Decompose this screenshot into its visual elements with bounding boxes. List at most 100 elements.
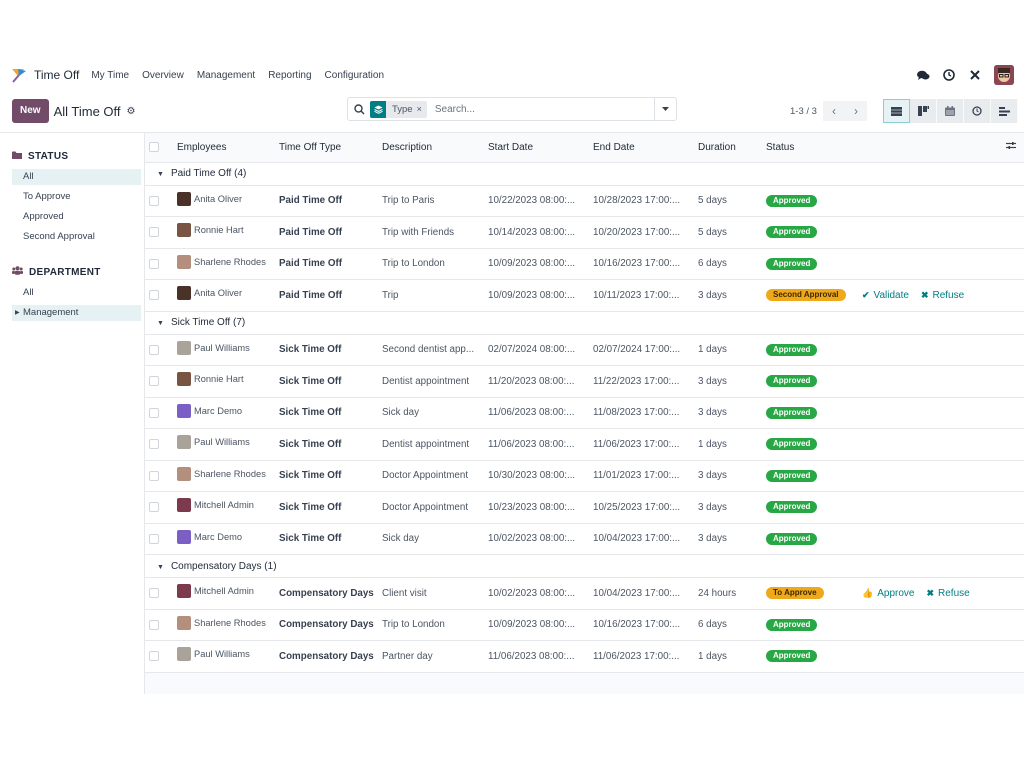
description-cell: Trip to London <box>378 609 484 641</box>
table-row[interactable]: Paul Williams Sick Time Off Second dentist… <box>145 334 1024 366</box>
employee-avatar <box>177 223 191 238</box>
table-body: ▼ Paid Time Off (4) Anita Oliver Paid Time … <box>145 162 1024 673</box>
column-employees[interactable]: Employees <box>173 133 275 163</box>
kanban-view-button[interactable] <box>910 99 937 123</box>
status-filter-all[interactable]: All <box>12 169 141 185</box>
start-date-cell: 10/09/2023 08:00:... <box>484 609 589 641</box>
pager: 1-3 / 3 ‹ › <box>790 101 867 121</box>
approve-button[interactable]: 👍 Approve <box>862 588 914 599</box>
row-checkbox[interactable] <box>149 439 159 450</box>
table-row[interactable]: Marc Demo Sick Time Off Sick day 11/06/2023… <box>145 397 1024 429</box>
group-label[interactable]: Paid Time Off (4) <box>171 168 246 179</box>
row-checkbox[interactable] <box>149 533 159 544</box>
status-section-title: STATUS <box>28 150 69 162</box>
group-row[interactable]: ▼ Sick Time Off (7) <box>145 311 1024 335</box>
new-button[interactable]: New <box>12 99 49 123</box>
status-filter-to-approve[interactable]: To Approve <box>12 189 141 205</box>
employee-avatar <box>177 647 191 662</box>
column-start-date[interactable]: Start Date <box>484 133 589 163</box>
column-status[interactable]: Status <box>762 133 858 163</box>
end-date-cell: 10/16/2023 17:00:... <box>589 248 694 280</box>
table-row[interactable]: Sharlene Rhodes Sick Time Off Doctor Appoi… <box>145 460 1024 492</box>
calendar-view-button[interactable] <box>937 99 964 123</box>
end-date-cell: 10/28/2023 17:00:... <box>589 185 694 217</box>
column-time-off-type[interactable]: Time Off Type <box>275 133 378 163</box>
list-view-button[interactable] <box>883 99 910 123</box>
row-checkbox[interactable] <box>149 588 159 599</box>
table-row[interactable]: Mitchell Admin Compensatory Days Client vi… <box>145 577 1024 610</box>
caret-down-icon[interactable]: ▼ <box>157 564 164 571</box>
select-all-checkbox[interactable] <box>149 142 159 153</box>
table-row[interactable]: Paul Williams Compensatory Days Partner da… <box>145 640 1024 673</box>
menu-management[interactable]: Management <box>197 70 255 81</box>
remove-facet-icon[interactable]: × <box>417 104 427 114</box>
debug-tools-icon[interactable] <box>968 68 982 82</box>
actions-cell: ✔ Validate ✖ Refuse <box>858 279 996 312</box>
status-filter-second-approval[interactable]: Second Approval <box>12 229 141 245</box>
chat-icon[interactable] <box>916 68 930 82</box>
group-label[interactable]: Sick Time Off (7) <box>171 317 245 328</box>
group-row[interactable]: ▼ Paid Time Off (4) <box>145 162 1024 186</box>
group-row[interactable]: ▼ Compensatory Days (1) <box>145 554 1024 578</box>
actions-cell <box>858 460 996 492</box>
gantt-view-button[interactable] <box>991 99 1018 123</box>
pager-value[interactable]: 1-3 / 3 <box>790 106 817 117</box>
row-checkbox[interactable] <box>149 502 159 513</box>
row-checkbox[interactable] <box>149 195 159 206</box>
pager-previous-button[interactable]: ‹ <box>822 101 845 121</box>
end-date-cell: 11/01/2023 17:00:... <box>589 460 694 492</box>
description-cell: Trip <box>378 279 484 312</box>
employee-cell: Paul Williams <box>177 647 271 662</box>
department-filter-management[interactable]: ▶ Management <box>12 305 141 321</box>
table-row[interactable]: Sharlene Rhodes Paid Time Off Trip to Lond… <box>145 248 1024 280</box>
table-row[interactable]: Anita Oliver Paid Time Off Trip 10/09/2023 … <box>145 279 1024 312</box>
search-input[interactable] <box>434 103 654 115</box>
menu-reporting[interactable]: Reporting <box>268 70 311 81</box>
row-checkbox[interactable] <box>149 258 159 269</box>
validate-button[interactable]: ✔ Validate <box>862 290 909 301</box>
menu-my-time[interactable]: My Time <box>91 70 129 81</box>
table-row[interactable]: Ronnie Hart Paid Time Off Trip with Friend… <box>145 216 1024 249</box>
column-end-date[interactable]: End Date <box>589 133 694 163</box>
table-row[interactable]: Anita Oliver Paid Time Off Trip to Paris 10… <box>145 185 1024 217</box>
table-row[interactable]: Paul Williams Sick Time Off Dentist appoin… <box>145 428 1024 461</box>
group-label[interactable]: Compensatory Days (1) <box>171 561 277 572</box>
row-checkbox[interactable] <box>149 619 159 630</box>
caret-down-icon[interactable]: ▼ <box>157 171 164 178</box>
activity-view-button[interactable] <box>964 99 991 123</box>
employee-name: Sharlene Rhodes <box>194 256 266 267</box>
employee-avatar <box>177 372 191 387</box>
column-description[interactable]: Description <box>378 133 484 163</box>
menu-configuration[interactable]: Configuration <box>325 70 384 81</box>
table-row[interactable]: Ronnie Hart Sick Time Off Dentist appointm… <box>145 365 1024 398</box>
description-cell: Dentist appointment <box>378 365 484 398</box>
app-brand[interactable]: Time Off <box>10 67 79 83</box>
activity-clock-icon[interactable] <box>942 68 956 82</box>
row-checkbox[interactable] <box>149 344 159 355</box>
caret-down-icon[interactable]: ▼ <box>157 320 164 327</box>
pager-next-button[interactable]: › <box>844 101 867 121</box>
column-duration[interactable]: Duration <box>694 133 762 163</box>
time-off-type-cell: Paid Time Off <box>275 185 378 217</box>
refuse-button[interactable]: ✖ Refuse <box>921 290 964 301</box>
row-checkbox[interactable] <box>149 290 159 301</box>
optional-columns-toggle[interactable] <box>996 133 1024 163</box>
row-checkbox[interactable] <box>149 651 159 662</box>
search-options-toggle[interactable] <box>654 98 676 120</box>
menu-overview[interactable]: Overview <box>142 70 184 81</box>
department-filter-all[interactable]: All <box>12 285 141 301</box>
table-row[interactable]: Mitchell Admin Sick Time Off Doctor Appoin… <box>145 491 1024 524</box>
row-checkbox[interactable] <box>149 407 159 418</box>
table-row[interactable]: Sharlene Rhodes Compensatory Days Trip to … <box>145 609 1024 641</box>
row-checkbox[interactable] <box>149 376 159 387</box>
time-off-type-cell: Sick Time Off <box>275 523 378 555</box>
gear-icon[interactable]: ⚙ <box>127 106 136 117</box>
kanban-view-icon <box>917 106 929 116</box>
status-filter-approved[interactable]: Approved <box>12 209 141 225</box>
refuse-button[interactable]: ✖ Refuse <box>926 588 969 599</box>
table-row[interactable]: Marc Demo Sick Time Off Sick day 10/02/2023… <box>145 523 1024 555</box>
user-avatar[interactable] <box>994 65 1014 85</box>
row-checkbox[interactable] <box>149 227 159 238</box>
row-checkbox[interactable] <box>149 470 159 481</box>
caret-right-icon[interactable]: ▶ <box>15 305 20 321</box>
